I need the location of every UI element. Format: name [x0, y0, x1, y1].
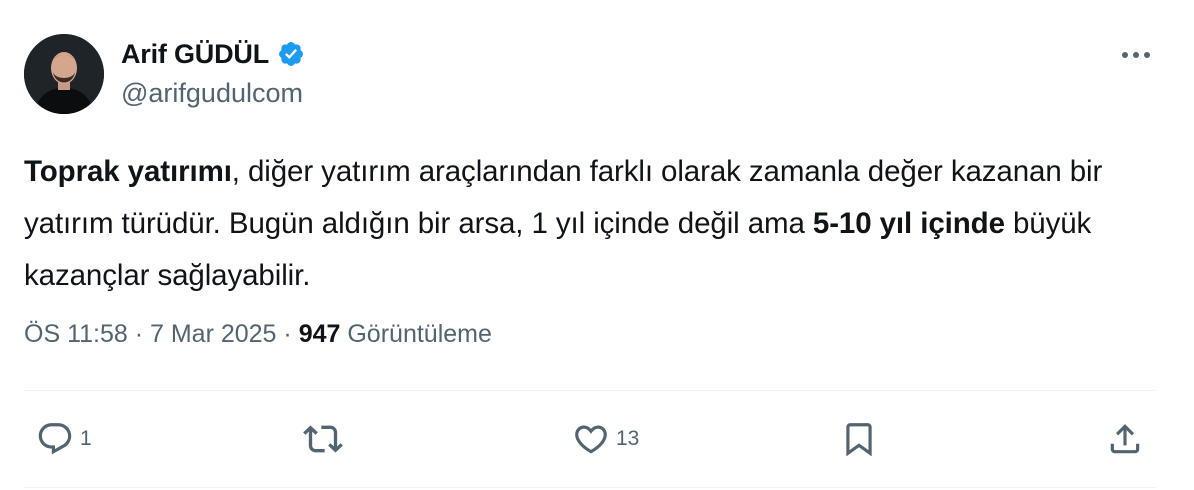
reply-icon	[38, 423, 72, 455]
tweet-text-bold: Toprak yatırımı	[24, 155, 232, 188]
action-bar: 1 13	[0, 414, 1194, 464]
avatar[interactable]	[24, 34, 104, 114]
reply-button[interactable]: 1	[36, 414, 92, 464]
share-icon	[1110, 424, 1140, 454]
tweet-date[interactable]: 7 Mar 2025	[150, 320, 276, 349]
meta-separator: ·	[127, 320, 150, 348]
like-count: 13	[616, 427, 640, 450]
divider	[24, 390, 1156, 391]
divider	[24, 487, 1156, 488]
tweet-metadata: ÖS 11:58 · 7 Mar 2025 · 947 Görüntüleme	[24, 320, 492, 349]
more-icon[interactable]	[1119, 40, 1153, 70]
share-button[interactable]	[1106, 414, 1144, 464]
retweet-button[interactable]	[303, 414, 349, 464]
author-display-name[interactable]: Arif GÜDÜL	[121, 39, 269, 70]
views-label: Görüntüleme	[347, 320, 492, 348]
like-button[interactable]: 13	[572, 414, 639, 464]
retweet-icon	[303, 425, 343, 453]
views-count: 947	[298, 320, 341, 348]
tweet-text-bold: 5-10 yıl içinde	[812, 207, 1005, 240]
tweet-time[interactable]: ÖS 11:58	[24, 320, 128, 349]
verified-badge-icon[interactable]	[277, 40, 305, 68]
bookmark-button[interactable]	[840, 414, 878, 464]
meta-separator: ·	[276, 320, 299, 348]
like-icon	[575, 425, 607, 454]
bookmark-icon	[846, 423, 872, 457]
tweet-text: Toprak yatırımı, diğer yatırım araçların…	[24, 146, 1154, 302]
author-handle[interactable]: @arifgudulcom	[121, 78, 303, 109]
reply-count: 1	[80, 427, 92, 450]
